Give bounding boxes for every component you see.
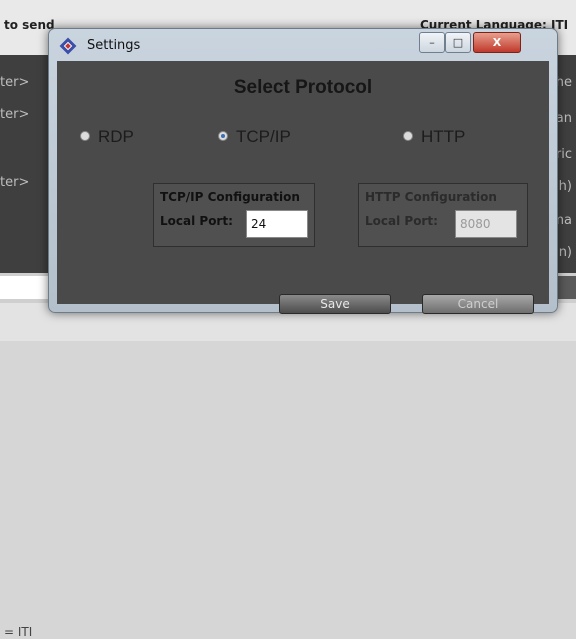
http-configuration-title: HTTP Configuration	[365, 190, 497, 204]
background-bottom-text: = ITI	[4, 625, 33, 639]
radio-tcpip-label: TCP/IP	[236, 127, 291, 146]
dialog-titlebar[interactable]: Settings – □ X	[49, 29, 557, 59]
select-protocol-heading: Select Protocol	[233, 77, 373, 98]
background-input-field	[0, 276, 50, 299]
save-button[interactable]: Save	[279, 294, 391, 314]
background-left-line: ter>	[0, 107, 30, 122]
radio-rdp-label: RDP	[98, 127, 134, 146]
settings-dialog: Settings – □ X Select Protocol RDP TCP/I…	[48, 28, 558, 314]
tcpip-configuration-title: TCP/IP Configuration	[160, 190, 300, 204]
radio-tcpip-indicator[interactable]	[218, 131, 228, 141]
http-configuration-group: HTTP Configuration Local Port:	[358, 183, 528, 247]
background-left-line: ter>	[0, 75, 30, 90]
dialog-title: Settings	[87, 38, 141, 53]
background-left-line: ter>	[0, 175, 30, 190]
background-top-left-text: to send	[4, 18, 55, 32]
dialog-client-area: Select Protocol RDP TCP/IP HTTP TCP/IP C…	[57, 61, 549, 314]
close-button[interactable]: X	[473, 32, 521, 53]
tcpip-local-port-input[interactable]	[246, 210, 308, 238]
radio-http-indicator[interactable]	[403, 131, 413, 141]
radio-http-label: HTTP	[421, 127, 466, 146]
minimize-button[interactable]: –	[419, 32, 445, 53]
http-local-port-input[interactable]	[455, 210, 517, 238]
http-local-port-label: Local Port:	[365, 214, 438, 228]
maximize-button[interactable]: □	[445, 32, 471, 53]
cancel-button[interactable]: Cancel	[422, 294, 534, 314]
radio-rdp-indicator[interactable]	[80, 131, 90, 141]
tcpip-local-port-label: Local Port:	[160, 214, 233, 228]
background-right-line: n)	[558, 245, 572, 260]
app-diamond-icon	[59, 37, 77, 55]
tcpip-configuration-group: TCP/IP Configuration Local Port:	[153, 183, 315, 247]
